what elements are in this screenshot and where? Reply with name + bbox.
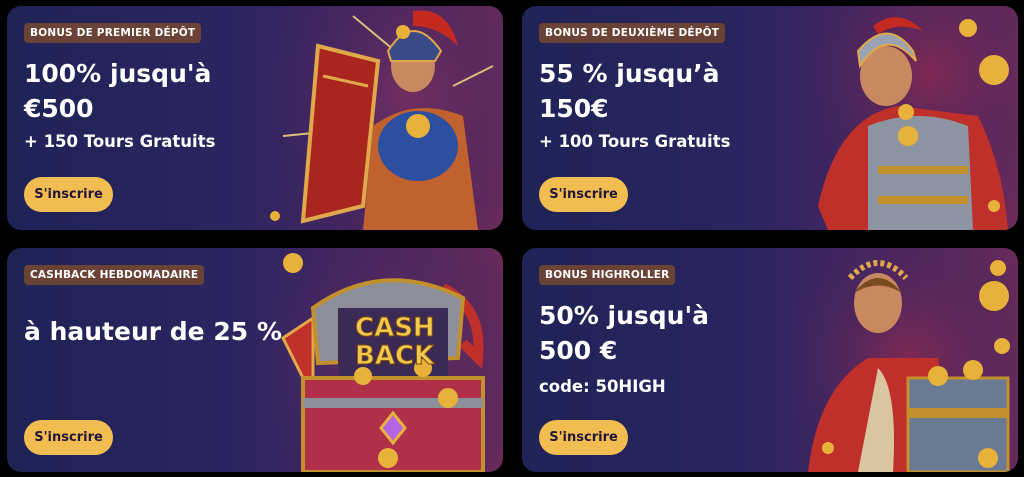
promo-badge: BONUS DE DEUXIÈME DÉPÔT: [539, 23, 726, 43]
signup-button[interactable]: S'inscrire: [539, 420, 628, 455]
spartan-warrior-shield-icon: [263, 6, 503, 230]
promo-code-text: code: 50HIGH: [539, 377, 666, 396]
promo-subline: + 100 Tours Gratuits: [539, 132, 731, 151]
headline-line-1: 55 % jusqu’à: [539, 59, 720, 88]
promo-badge: CASHBACK HEBDOMADAIRE: [24, 265, 205, 285]
promo-badge: BONUS DE PREMIER DÉPÔT: [24, 23, 202, 43]
headline-line-1: 100% jusqu'à: [24, 59, 212, 88]
headline-line-1: 50% jusqu'à: [539, 301, 710, 330]
promo-headline: 100% jusqu'à €500: [24, 56, 294, 126]
promo-card-second-deposit: BONUS DE DEUXIÈME DÉPÔT 55 % jusqu’à 150…: [522, 6, 1018, 230]
signup-button[interactable]: S'inscrire: [24, 177, 113, 212]
roman-emperor-icon: [798, 248, 1018, 472]
headline-line-2: 500 €: [539, 336, 618, 365]
cashback-art-text-bottom: BACK: [355, 341, 435, 371]
signup-button[interactable]: S'inscrire: [24, 420, 113, 455]
headline-line-1: à hauteur de 25 %: [24, 317, 282, 346]
cashback-art-text-top: CASH: [355, 313, 435, 343]
promo-card-highroller: BONUS HIGHROLLER 50% jusqu'à 500 € code:…: [522, 248, 1018, 472]
roman-centurion-icon: [798, 6, 1018, 230]
promo-headline: à hauteur de 25 %: [24, 314, 314, 349]
promo-subline: + 150 Tours Gratuits: [24, 132, 216, 151]
cashback-treasure-chest-icon: CASH BACK: [273, 248, 503, 472]
promo-headline: 55 % jusqu’à 150€: [539, 56, 809, 126]
headline-line-2: €500: [24, 94, 94, 123]
promo-card-first-deposit: BONUS DE PREMIER DÉPÔT 100% jusqu'à €500…: [7, 6, 503, 230]
signup-button[interactable]: S'inscrire: [539, 177, 628, 212]
promo-card-weekly-cashback: CASH BACK CASHBACK HEBDOMADAIRE à hauteu…: [7, 248, 503, 472]
headline-line-2: 150€: [539, 94, 609, 123]
promo-badge: BONUS HIGHROLLER: [539, 265, 676, 285]
promo-headline: 50% jusqu'à 500 €: [539, 298, 809, 368]
